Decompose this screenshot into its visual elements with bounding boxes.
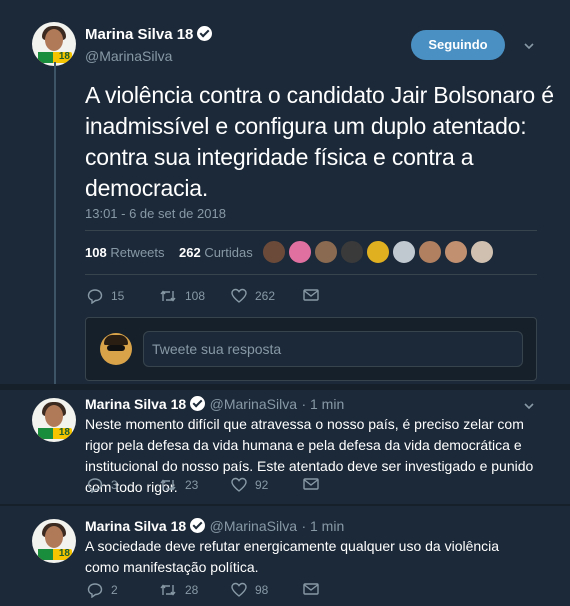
reply-icon (87, 583, 103, 598)
retweet-action[interactable]: 28 (159, 582, 198, 598)
reply-time[interactable]: · 1 min (301, 396, 344, 412)
following-button[interactable]: Seguindo (411, 30, 505, 60)
reply-icon (87, 289, 103, 304)
direct-message-action[interactable] (303, 477, 327, 491)
liker-avatar[interactable] (392, 240, 416, 264)
divider (85, 230, 537, 231)
reply-action[interactable]: 15 (87, 288, 124, 304)
retweet-icon (160, 584, 176, 596)
tweet-menu-chevron-down-icon[interactable] (523, 40, 535, 52)
like-action[interactable]: 92 (231, 477, 268, 493)
liker-avatar[interactable] (288, 240, 312, 264)
envelope-icon (303, 478, 319, 490)
reply-action[interactable]: 2 (87, 582, 118, 598)
reply-composer: Tweete sua resposta (85, 317, 537, 381)
section-divider (0, 384, 570, 390)
retweet-count: 28 (185, 583, 199, 597)
retweet-icon (160, 290, 176, 302)
like-action[interactable]: 98 (231, 582, 268, 598)
liker-avatar[interactable] (444, 240, 468, 264)
current-user-avatar (100, 333, 132, 365)
liker-avatar[interactable] (470, 240, 494, 264)
reply-author-handle[interactable]: @MarinaSilva (210, 396, 297, 412)
reply-input[interactable]: Tweete sua resposta (143, 331, 523, 367)
retweets-stat[interactable]: 108 Retweets (85, 245, 165, 260)
envelope-icon (303, 289, 319, 301)
retweet-action[interactable]: 23 (159, 477, 198, 493)
author-block: Marina Silva 18 @MarinaSilva (85, 26, 213, 64)
reply-author-avatar[interactable]: 18 (32, 398, 76, 442)
heart-icon (231, 582, 247, 597)
like-count: 262 (255, 289, 276, 303)
reply-icon (87, 478, 103, 493)
liker-avatar[interactable] (340, 240, 364, 264)
heart-icon (231, 477, 247, 492)
reply-author-handle[interactable]: @MarinaSilva (210, 518, 297, 534)
reply-header: Marina Silva 18 @MarinaSilva · 1 min (85, 518, 344, 536)
thread-connector-line (54, 62, 56, 389)
tweet-text: A violência contra o candidato Jair Bols… (85, 82, 554, 201)
retweet-action[interactable]: 108 (159, 288, 205, 304)
liker-avatar[interactable] (418, 240, 442, 264)
direct-message-action[interactable] (303, 582, 327, 596)
reply-text: A sociedade deve refutar energicamente q… (85, 538, 500, 575)
reply-author-name[interactable]: Marina Silva 18 (85, 396, 186, 412)
reply-count: 15 (111, 289, 125, 303)
heart-icon (231, 288, 247, 303)
like-count: 92 (255, 478, 269, 492)
reply-count: 2 (111, 583, 118, 597)
retweet-count: 108 (185, 289, 206, 303)
liker-avatar[interactable] (262, 240, 286, 264)
likes-stat[interactable]: 262 Curtidas (179, 245, 253, 260)
retweet-count: 23 (185, 478, 199, 492)
section-divider (0, 504, 570, 506)
reply-menu-chevron-down-icon[interactable] (523, 400, 535, 412)
like-action[interactable]: 262 (231, 288, 275, 304)
author-name[interactable]: Marina Silva 18 (85, 26, 193, 43)
reply-author-avatar[interactable]: 18 (32, 519, 76, 563)
like-count: 98 (255, 583, 269, 597)
tweet-timestamp[interactable]: 13:01 - 6 de set de 2018 (85, 206, 226, 221)
reply-author-name[interactable]: Marina Silva 18 (85, 518, 186, 534)
reply-action[interactable]: 3 (87, 477, 118, 493)
retweet-icon (160, 479, 176, 491)
engagement-stats: 108 Retweets 262 Curtidas (85, 245, 253, 260)
author-handle[interactable]: @MarinaSilva (85, 48, 212, 64)
liker-avatar[interactable] (366, 240, 390, 264)
reply-count: 3 (111, 478, 118, 492)
verified-badge-icon (190, 396, 206, 411)
divider (85, 274, 537, 275)
liker-avatar[interactable] (314, 240, 338, 264)
reply-header: Marina Silva 18 @MarinaSilva · 1 min (85, 396, 344, 414)
direct-message-action[interactable] (303, 288, 327, 302)
verified-badge-icon (197, 26, 213, 41)
envelope-icon (303, 583, 319, 595)
verified-badge-icon (190, 518, 206, 533)
author-avatar[interactable]: 18 (32, 22, 76, 66)
reply-time[interactable]: · 1 min (301, 518, 344, 534)
